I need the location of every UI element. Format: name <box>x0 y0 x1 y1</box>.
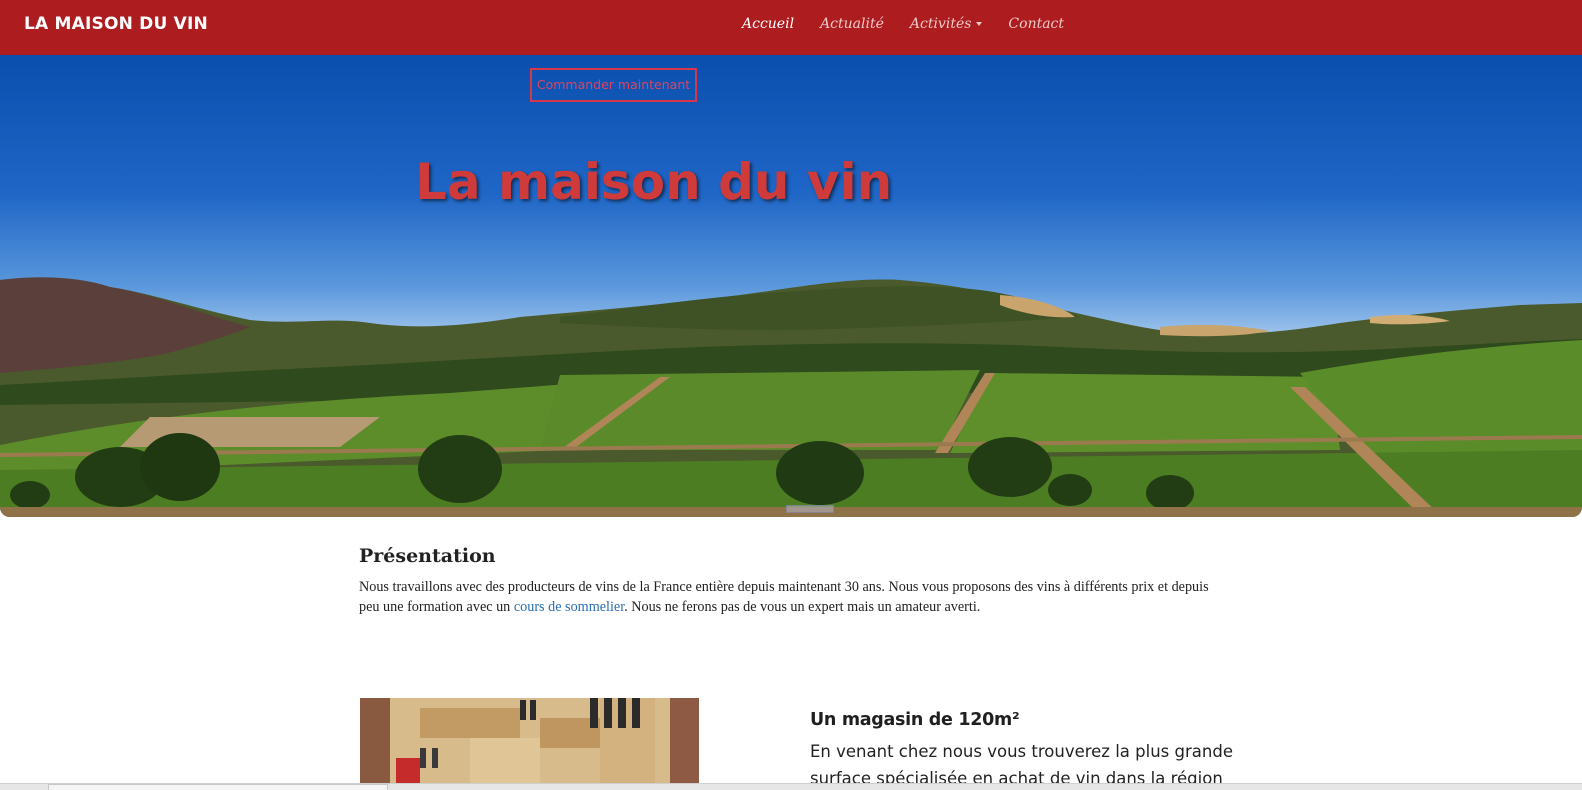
presentation-paragraph: Nous travaillons avec des producteurs de… <box>359 577 1229 617</box>
top-navbar: LA MAISON DU VIN Accueil Actualité Activ… <box>0 0 1582 55</box>
wine-shelves-image <box>360 698 699 790</box>
brand-logo[interactable]: LA MAISON DU VIN <box>24 14 208 34</box>
order-now-button[interactable]: Commander maintenant <box>530 68 697 102</box>
nav-link-actualite[interactable]: Actualité <box>820 16 884 32</box>
nav-link-activites-label: Activités <box>909 16 972 32</box>
scrollbar-thumb[interactable] <box>48 784 388 790</box>
vineyard-landscape-image <box>0 277 1582 517</box>
sommelier-course-link[interactable]: cours de sommelier <box>514 599 624 615</box>
nav-link-accueil[interactable]: Accueil <box>742 16 794 32</box>
horizontal-scrollbar[interactable] <box>0 783 1582 790</box>
nav-link-contact[interactable]: Contact <box>1008 16 1064 32</box>
nav-link-activites[interactable]: Activités <box>910 16 983 32</box>
caret-down-icon <box>976 22 983 26</box>
presentation-text-end: . Nous ne ferons pas de vous un expert m… <box>624 599 981 615</box>
presentation-heading: Présentation <box>359 545 496 567</box>
hero-banner: Commander maintenant La maison du vin <box>0 55 1582 517</box>
hero-title: La maison du vin <box>415 153 893 211</box>
nav-menu: Accueil Actualité Activités Contact <box>742 16 1090 32</box>
shop-heading: Un magasin de 120m² <box>810 710 1020 730</box>
carousel-indicator[interactable] <box>786 505 834 513</box>
shop-photo <box>360 698 699 790</box>
